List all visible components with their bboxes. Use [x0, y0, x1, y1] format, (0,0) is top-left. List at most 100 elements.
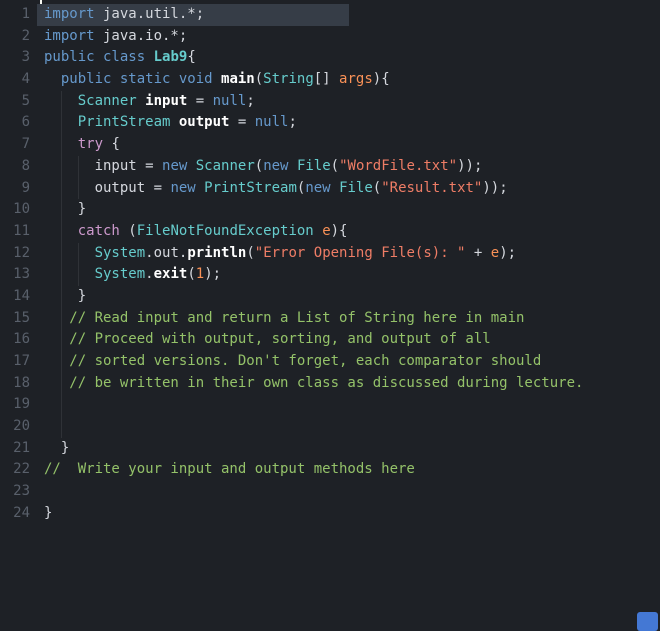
string-token: "Error Opening File(s): "	[254, 244, 466, 261]
string-token: "WordFile.txt"	[339, 157, 458, 174]
comment-token: // sorted versions. Don't forget, each c…	[44, 353, 542, 369]
keyword-token: new	[263, 157, 289, 174]
code-line[interactable]: 19	[0, 394, 660, 417]
code-line-text: }	[44, 285, 660, 308]
code-text: .	[145, 266, 154, 283]
code-line[interactable]: 11 catch (FileNotFoundException e){	[0, 220, 660, 243]
line-number[interactable]: 10	[0, 199, 30, 221]
code-line[interactable]: 2 import java.io.*;	[0, 26, 660, 48]
line-number[interactable]: 14	[0, 286, 30, 308]
line-number[interactable]: 1	[0, 4, 30, 26]
line-number[interactable]: 9	[0, 178, 30, 200]
line-number[interactable]: 22	[0, 459, 30, 481]
line-number[interactable]: 13	[0, 264, 30, 286]
line-number[interactable]: 17	[0, 351, 30, 373]
code-text: );	[499, 244, 517, 261]
code-line[interactable]: 18 // be written in their own class as d…	[0, 372, 660, 395]
comment-token: // Write your input and output methods h…	[44, 461, 415, 478]
indent-guide	[60, 394, 62, 417]
code-line-text: // Write your input and output methods h…	[44, 459, 660, 481]
variable-token: e	[490, 244, 500, 261]
code-line[interactable]: 22 // Write your input and output methods…	[0, 459, 660, 481]
code-text: ){	[330, 222, 348, 239]
code-line[interactable]: 14 }	[0, 285, 660, 308]
line-number[interactable]: 15	[0, 308, 30, 330]
code-text: =	[229, 114, 255, 131]
function-token: exit	[153, 266, 188, 283]
code-line[interactable]: 3 public class Lab9{	[0, 47, 660, 69]
type-token: PrintStream	[77, 114, 171, 131]
code-line[interactable]: 5 Scanner input = null;	[0, 90, 660, 113]
code-text: ;	[288, 114, 297, 131]
code-line[interactable]: 6 PrintStream output = null;	[0, 112, 660, 135]
code-line[interactable]: 4 public static void main(String[] args)…	[0, 69, 660, 91]
function-token: println	[187, 244, 247, 261]
line-number[interactable]: 23	[0, 481, 30, 503]
code-editor[interactable]: 1 import java.util.*; 2 import java.io.*; 3 p…	[0, 0, 660, 631]
line-number[interactable]: 5	[0, 91, 30, 113]
type-token: Scanner	[77, 92, 137, 109]
type-token: PrintStream	[204, 179, 297, 196]
comment-token: // be written in their own class as disc…	[44, 374, 584, 391]
keyword-token: import	[44, 27, 95, 44]
code-text: {	[103, 136, 120, 153]
code-line[interactable]: 17 // sorted versions. Don't forget, eac…	[0, 351, 660, 373]
code-line[interactable]: 8 input = new Scanner(new File("WordFile…	[0, 155, 660, 178]
code-line[interactable]: 7 try {	[0, 134, 660, 156]
code-line[interactable]: 16 // Proceed with output, sorting, and …	[0, 329, 660, 351]
code-line-text	[44, 416, 660, 438]
code-line[interactable]: 12 System.out.println("Error Opening Fil…	[0, 242, 660, 265]
code-line[interactable]: 23	[0, 481, 660, 503]
code-line[interactable]: 10 }	[0, 199, 660, 221]
line-number[interactable]: 4	[0, 69, 30, 91]
line-number[interactable]: 16	[0, 329, 30, 351]
corner-accent	[637, 612, 658, 631]
code-text: (	[187, 266, 196, 283]
line-number[interactable]: 20	[0, 416, 30, 438]
code-line[interactable]: 20	[0, 416, 660, 438]
line-number[interactable]: 11	[0, 221, 30, 243]
code-lines-container: 1 import java.util.*; 2 import java.io.*; 3 p…	[0, 0, 660, 525]
code-line[interactable]: 13 System.exit(1);	[0, 264, 660, 286]
line-number[interactable]: 12	[0, 243, 30, 265]
code-line[interactable]: 24}	[0, 503, 660, 525]
type-token: File	[339, 179, 373, 196]
code-line-text	[44, 394, 660, 417]
keyword-token: null	[212, 92, 247, 109]
line-number[interactable]: 18	[0, 373, 30, 395]
line-number[interactable]: 21	[0, 438, 30, 460]
line-number[interactable]: 2	[0, 26, 30, 48]
code-line[interactable]: 21 }	[0, 438, 660, 460]
code-line-text: output = new PrintStream(new File("Resul…	[44, 177, 660, 200]
code-text: ;	[246, 92, 255, 109]
code-line[interactable]: 15 // Read input and return a List of St…	[0, 307, 660, 330]
code-line-text: // Proceed with output, sorting, and out…	[44, 329, 660, 351]
string-token: "Result.txt"	[381, 179, 483, 196]
code-line-text: System.out.println("Error Opening File(s…	[44, 242, 660, 265]
keyword-token: public class	[44, 49, 146, 66]
code-line-text: // Read input and return a List of Strin…	[44, 307, 660, 330]
line-number[interactable]: 24	[0, 503, 30, 525]
line-number[interactable]: 8	[0, 156, 30, 178]
line-number[interactable]: 7	[0, 134, 30, 156]
code-text: input =	[44, 157, 163, 174]
code-line-text: // sorted versions. Don't forget, each c…	[44, 351, 660, 373]
code-line-text: PrintStream output = null;	[44, 112, 660, 135]
variable-token: args	[339, 71, 373, 88]
code-line[interactable]: 9 output = new PrintStream(new File("Res…	[0, 177, 660, 200]
code-line-text: public class Lab9{	[44, 47, 660, 69]
line-number[interactable]: 6	[0, 112, 30, 134]
line-number[interactable]: 19	[0, 394, 30, 416]
code-line[interactable]: 1 import java.util.*;	[0, 4, 660, 26]
line-number[interactable]: 3	[0, 47, 30, 69]
code-line-text: System.exit(1);	[44, 264, 660, 286]
